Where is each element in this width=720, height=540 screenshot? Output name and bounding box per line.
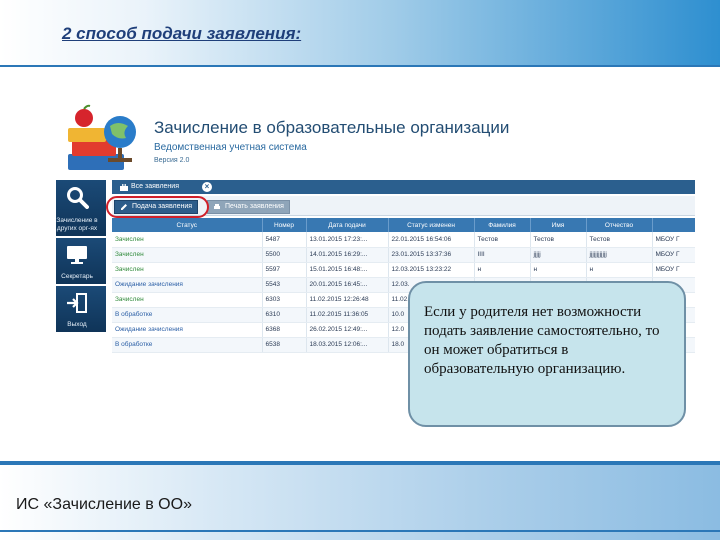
monitor-icon xyxy=(56,242,106,268)
cell-organization: МБОУ Г xyxy=(652,247,695,263)
cell-status: Зачислен xyxy=(112,292,263,308)
cell-submit-date: 13.01.2015 17:23:... xyxy=(306,232,389,248)
header-divider xyxy=(0,65,720,67)
cell-status-changed: 23.01.2015 13:37:36 xyxy=(388,247,475,263)
cell-submit-date: 26.02.2015 12:49:... xyxy=(306,322,389,338)
tab-label: Все заявления xyxy=(131,183,180,190)
column-header-patronymic[interactable]: Отчество xyxy=(586,218,653,232)
close-icon[interactable]: × xyxy=(201,181,213,193)
search-icon xyxy=(56,184,106,210)
nav-item-secretary[interactable]: › Секретарь xyxy=(56,238,110,284)
slide: 2 способ подачи заявления: Зачисление в … xyxy=(0,0,720,540)
cell-organization: МБОУ Г xyxy=(652,232,695,248)
column-header-first-name[interactable]: Имя xyxy=(530,218,587,232)
tab-strip xyxy=(112,180,695,194)
chevron-right-icon: › xyxy=(107,258,110,265)
logout-icon xyxy=(56,290,106,316)
cell-status-changed: 22.01.2015 16:54:06 xyxy=(388,232,475,248)
cell-submit-date: 11.02.2015 12:26:48 xyxy=(306,292,389,308)
cell-number: 5487 xyxy=(262,232,307,248)
callout-text: Если у родителя нет возможности подать з… xyxy=(424,304,660,377)
app-version: Версия 2.0 xyxy=(154,157,190,164)
column-header-status-changed[interactable]: Статус изменен xyxy=(388,218,475,232)
highlight-ring xyxy=(106,196,209,218)
cell-status: Зачислен xyxy=(112,232,263,248)
cell-status: В обработке xyxy=(112,337,263,353)
nav-item-logout[interactable]: Выход xyxy=(56,286,106,332)
nav-item-enroll-other[interactable]: Зачисление в других орг-ях xyxy=(56,180,106,236)
tab-all-applications[interactable]: Все заявления xyxy=(116,180,186,194)
cell-organization: МБОУ Г xyxy=(652,262,695,278)
nav-item-label: Секретарь xyxy=(61,273,93,280)
cell-number: 6303 xyxy=(262,292,307,308)
print-icon xyxy=(214,204,220,209)
cell-number: 5597 xyxy=(262,262,307,278)
cell-last-name: н xyxy=(474,262,531,278)
cell-number: 6538 xyxy=(262,337,307,353)
column-header-last-name[interactable]: Фамилия xyxy=(474,218,531,232)
cell-submit-date: 15.01.2015 16:48:... xyxy=(306,262,389,278)
cell-patronymic: Тестов xyxy=(586,232,653,248)
column-header-organization[interactable] xyxy=(652,218,695,232)
cell-number: 5543 xyxy=(262,277,307,293)
slide-heading: 2 способ подачи заявления: xyxy=(62,24,302,43)
app-subtitle: Ведомственная учетная система xyxy=(154,142,307,153)
cell-number: 6310 xyxy=(262,307,307,323)
cell-number: 5500 xyxy=(262,247,307,263)
cell-status: Зачислен xyxy=(112,262,263,278)
cell-first-name: jjjjj xyxy=(530,247,587,263)
app-title: Зачисление в образовательные организации xyxy=(154,118,510,137)
nav-item-label: Зачисление в других орг-ях xyxy=(56,217,98,232)
cell-status: Зачислен xyxy=(112,247,263,263)
cell-status: Ожидание зачисления xyxy=(112,277,263,293)
cell-first-name: н xyxy=(530,262,587,278)
footer-bottom-line xyxy=(0,530,720,532)
briefcase-icon xyxy=(120,183,128,191)
print-application-button[interactable]: Печать заявления xyxy=(207,200,290,214)
footer-title: ИС «Зачисление в ОО» xyxy=(16,496,192,513)
cell-last-name: Тестов xyxy=(474,232,531,248)
cell-status-changed: 12.03.2015 13:23:22 xyxy=(388,262,475,278)
table-header: Статус Номер Дата подачи Статус изменен … xyxy=(112,218,695,232)
table-row[interactable]: Зачислен 5597 15.01.2015 16:48:... 12.03… xyxy=(112,262,695,278)
cell-submit-date: 20.01.2015 16:45:... xyxy=(306,277,389,293)
school-logo-icon xyxy=(68,104,136,170)
cell-status: Ожидание зачисления xyxy=(112,322,263,338)
cell-submit-date: 14.01.2015 16:29:... xyxy=(306,247,389,263)
cell-patronymic: jjjjjjjjjjjj xyxy=(586,247,653,263)
table-row[interactable]: Зачислен 5500 14.01.2015 16:29:... 23.01… xyxy=(112,247,695,263)
left-nav: Зачисление в других орг-ях › Секретарь В… xyxy=(56,180,110,334)
cell-status: В обработке xyxy=(112,307,263,323)
cell-submit-date: 18.03.2015 12:06:... xyxy=(306,337,389,353)
nav-item-label: Выход xyxy=(67,321,87,328)
print-application-label: Печать заявления xyxy=(225,203,284,210)
callout-box: Если у родителя нет возможности подать з… xyxy=(408,281,686,427)
table-row[interactable]: Зачислен 5487 13.01.2015 17:23:... 22.01… xyxy=(112,232,695,248)
cell-last-name: IIII xyxy=(474,247,531,263)
cell-submit-date: 11.02.2015 11:36:05 xyxy=(306,307,389,323)
cell-patronymic: н xyxy=(586,262,653,278)
column-header-submit-date[interactable]: Дата подачи xyxy=(306,218,389,232)
column-header-number[interactable]: Номер xyxy=(262,218,307,232)
column-header-status[interactable]: Статус xyxy=(112,218,263,232)
cell-number: 6368 xyxy=(262,322,307,338)
cell-first-name: Тестов xyxy=(530,232,587,248)
